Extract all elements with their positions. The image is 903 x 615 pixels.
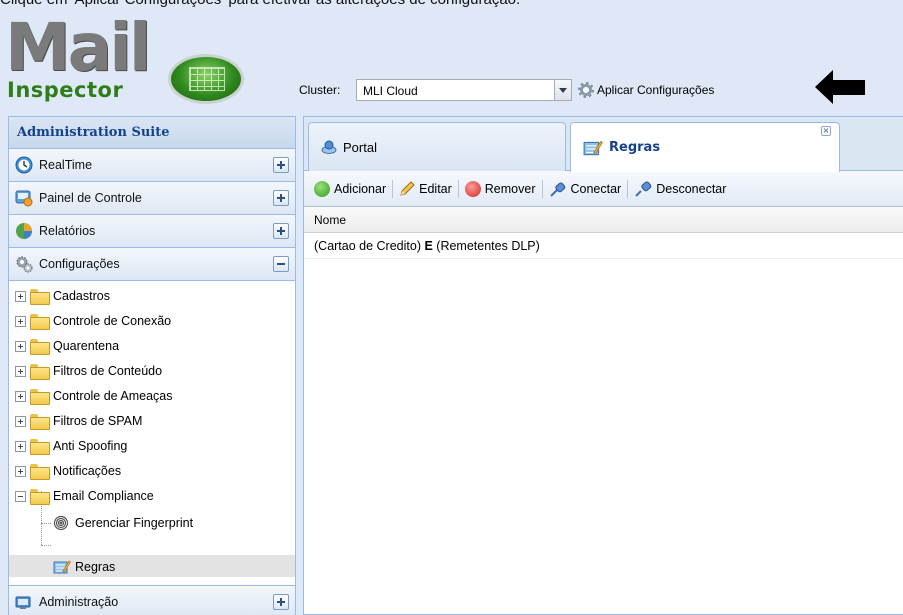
open-folder-icon	[30, 489, 50, 505]
settings-gear-icon	[16, 256, 33, 273]
globe-icon	[168, 54, 244, 104]
cluster-label: Cluster:	[299, 83, 341, 97]
sidebar-item-administracao[interactable]: Administração	[9, 585, 295, 615]
folder-icon	[30, 414, 50, 430]
toolbar-separator	[541, 179, 543, 198]
tree-item-anti-spoofing[interactable]: Anti Spoofing	[15, 435, 127, 457]
tab-regras[interactable]: Regras ×	[570, 122, 840, 172]
selected-row-highlight	[9, 555, 295, 577]
expand-icon[interactable]	[273, 594, 289, 610]
tree-item-quarentena[interactable]: Quarentena	[15, 335, 119, 357]
folder-icon	[30, 339, 50, 355]
toolbar: Adicionar Editar Remover Conectar Descon…	[304, 171, 903, 207]
gear-icon	[578, 82, 594, 98]
folder-icon	[30, 289, 50, 305]
main-panel: Portal Regras × Adicionar Editar Remover…	[303, 116, 903, 615]
table-row[interactable]: (Cartao de Credito) E (Remetentes DLP)	[304, 233, 903, 259]
collapse-icon[interactable]	[15, 490, 26, 502]
close-icon[interactable]: ×	[821, 126, 831, 136]
pencil-icon	[400, 180, 415, 196]
expand-icon[interactable]	[15, 390, 26, 402]
folder-icon	[30, 389, 50, 405]
tree-item-controle-de-conexao[interactable]: Controle de Conexão	[15, 310, 171, 332]
folder-icon	[30, 464, 50, 480]
chevron-down-icon[interactable]	[554, 79, 572, 101]
remove-button[interactable]: Remover	[464, 180, 536, 197]
control-panel-icon	[15, 190, 33, 207]
connect-button[interactable]: Conectar	[549, 181, 621, 197]
expand-icon[interactable]	[15, 315, 26, 327]
apply-label: Aplicar Configurações	[597, 83, 715, 97]
administration-icon	[15, 596, 31, 609]
mail-inspector-logo: Mail Inspector	[5, 15, 250, 106]
toolbar-separator	[627, 179, 629, 198]
unplug-icon	[635, 180, 652, 197]
expand-icon[interactable]	[15, 415, 26, 427]
cluster-select[interactable]: MLI Cloud	[356, 79, 572, 101]
tree-item-notificacoes[interactable]: Notificações	[15, 460, 121, 482]
pointer-arrow-icon	[815, 70, 865, 104]
folder-icon	[30, 439, 50, 455]
collapse-icon[interactable]	[273, 256, 289, 272]
expand-icon[interactable]	[273, 223, 289, 239]
column-header-nome[interactable]: Nome	[304, 207, 903, 233]
tree-item-controle-de-ameacas[interactable]: Controle de Ameaças	[15, 385, 173, 407]
tree-item-email-compliance[interactable]: Email Compliance	[15, 485, 154, 507]
portal-icon	[321, 140, 337, 154]
add-button[interactable]: Adicionar	[314, 180, 386, 197]
tree-item-regras[interactable]: Regras	[53, 556, 115, 578]
reports-pie-icon	[16, 223, 32, 239]
sidebar: Administration Suite RealTime Painel de …	[8, 116, 296, 615]
realtime-clock-icon	[15, 156, 33, 174]
tree-item-filtros-de-spam[interactable]: Filtros de SPAM	[15, 410, 142, 432]
fingerprint-icon	[53, 515, 69, 531]
folder-icon	[30, 364, 50, 380]
sidebar-item-relatorios[interactable]: Relatórios	[9, 215, 295, 248]
settings-tree: Cadastros Controle de Conexão Quarentena…	[9, 281, 295, 585]
expand-icon[interactable]	[273, 157, 289, 173]
sidebar-item-realtime[interactable]: RealTime	[9, 149, 295, 182]
cluster-value: MLI Cloud	[363, 84, 418, 98]
remove-icon	[464, 180, 481, 197]
toolbar-separator	[457, 179, 459, 198]
tab-portal[interactable]: Portal	[308, 122, 566, 171]
tab-strip: Portal Regras ×	[304, 117, 903, 172]
expand-icon[interactable]	[15, 465, 26, 477]
sidebar-title: Administration Suite	[9, 117, 295, 149]
disconnect-button[interactable]: Desconectar	[634, 180, 726, 197]
expand-icon[interactable]	[15, 340, 26, 352]
toolbar-separator	[392, 179, 394, 198]
add-icon	[314, 180, 330, 197]
edit-button[interactable]: Editar	[399, 180, 452, 197]
expand-icon[interactable]	[15, 440, 26, 452]
expand-icon[interactable]	[273, 190, 289, 206]
expand-icon[interactable]	[15, 290, 26, 302]
expand-icon[interactable]	[15, 365, 26, 377]
apply-configurations-button[interactable]: Aplicar Configurações	[578, 82, 714, 98]
rules-icon	[583, 140, 603, 155]
tree-item-filtros-de-conteudo[interactable]: Filtros de Conteúdo	[15, 360, 162, 382]
sidebar-item-configuracoes[interactable]: Configurações	[9, 248, 295, 281]
tree-item-gerenciar-fingerprint[interactable]: Gerenciar Fingerprint	[53, 512, 193, 534]
folder-icon	[30, 314, 50, 330]
plug-icon	[549, 181, 565, 197]
tree-item-cadastros[interactable]: Cadastros	[15, 285, 110, 307]
rules-icon	[53, 560, 71, 574]
sidebar-item-painel-de-controle[interactable]: Painel de Controle	[9, 182, 295, 215]
